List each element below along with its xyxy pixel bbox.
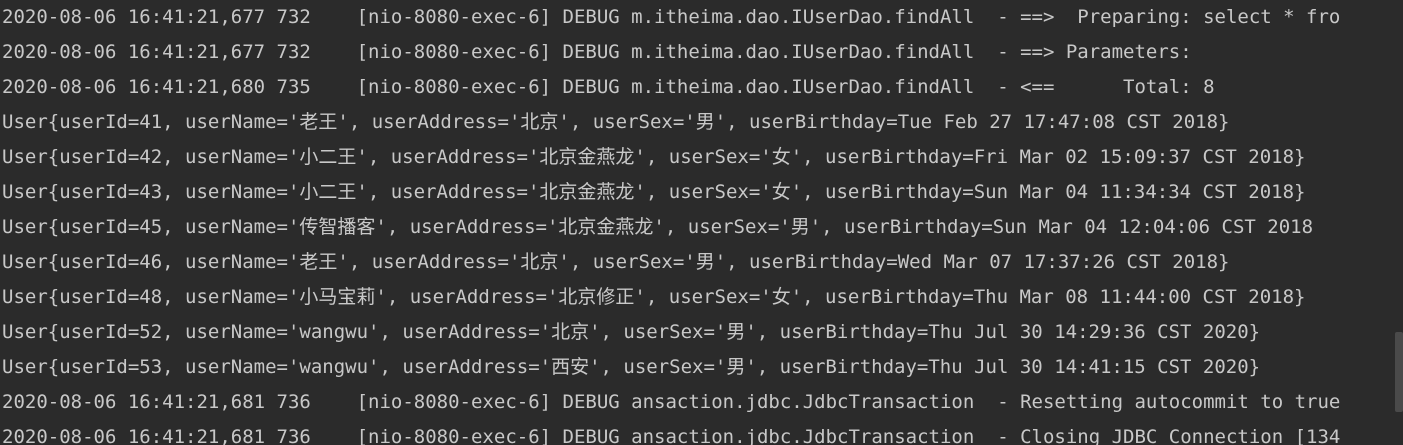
user-record-line: User{userId=53, userName='wangwu', userA…: [2, 356, 1261, 378]
user-record-line: User{userId=52, userName='wangwu', userA…: [2, 321, 1261, 343]
scrollbar-thumb[interactable]: [1395, 332, 1403, 412]
console-output-panel[interactable]: 2020-08-06 16:41:21,677 732 [nio-8080-ex…: [0, 0, 1403, 445]
log-line-total: 2020-08-06 16:41:21,680 735 [nio-8080-ex…: [2, 76, 1215, 98]
log-line-parameters: 2020-08-06 16:41:21,677 732 [nio-8080-ex…: [2, 41, 1204, 63]
log-line-reset-autocommit: 2020-08-06 16:41:21,681 736 [nio-8080-ex…: [2, 391, 1341, 413]
user-record-line: User{userId=48, userName='小马宝莉', userAdd…: [2, 286, 1306, 308]
user-record-line: User{userId=45, userName='传智播客', userAdd…: [2, 216, 1314, 238]
log-line-closing-connection: 2020-08-06 16:41:21,681 736 [nio-8080-ex…: [2, 426, 1341, 445]
vertical-scrollbar[interactable]: [1395, 0, 1403, 445]
log-line-preparing: 2020-08-06 16:41:21,677 732 [nio-8080-ex…: [2, 6, 1341, 28]
user-record-line: User{userId=41, userName='老王', userAddre…: [2, 111, 1230, 133]
user-record-line: User{userId=43, userName='小二王', userAddr…: [2, 181, 1306, 203]
user-record-line: User{userId=42, userName='小二王', userAddr…: [2, 146, 1306, 168]
console-lines: 2020-08-06 16:41:21,677 732 [nio-8080-ex…: [2, 0, 1403, 445]
user-record-line: User{userId=46, userName='老王', userAddre…: [2, 251, 1230, 273]
